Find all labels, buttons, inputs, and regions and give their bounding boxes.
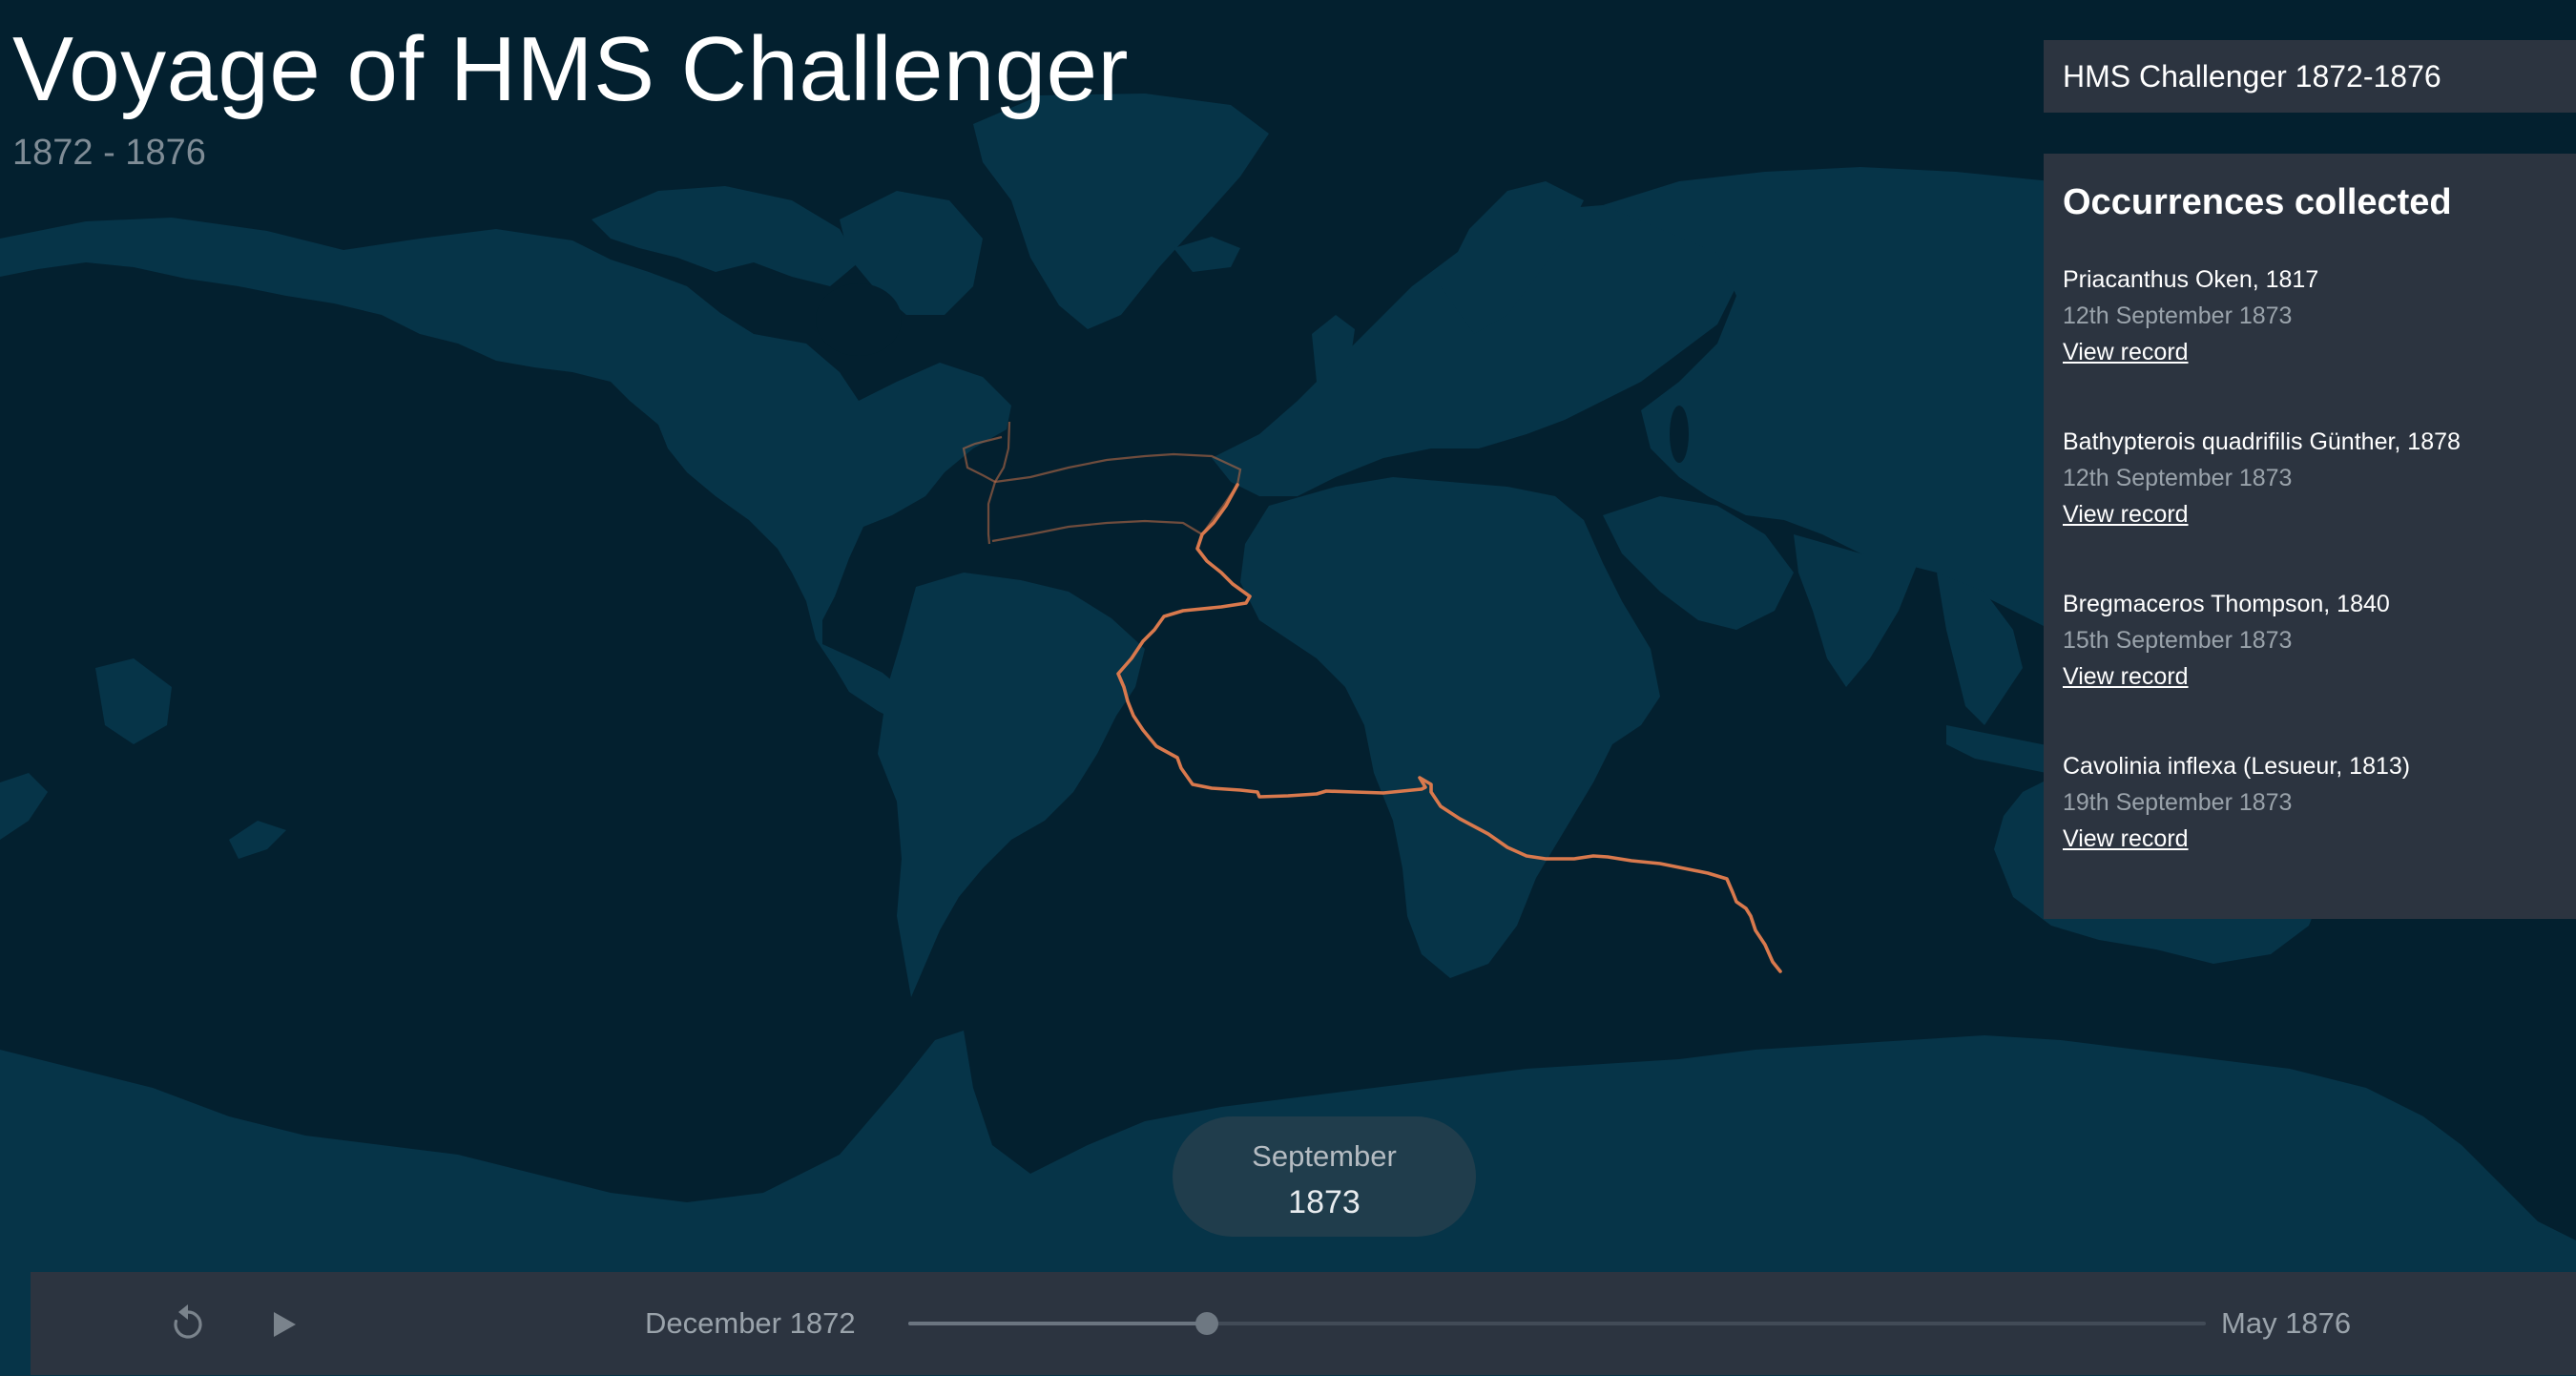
occurrence-date: 12th September 1873 bbox=[2063, 465, 2293, 491]
view-record-link[interactable]: View record bbox=[2063, 496, 2189, 532]
page-title: Voyage of HMS Challenger bbox=[12, 18, 1129, 120]
view-record-link[interactable]: View record bbox=[2063, 334, 2189, 370]
new-zealand-south bbox=[229, 821, 286, 859]
greenland bbox=[973, 94, 1269, 329]
timeline-handle[interactable] bbox=[1195, 1312, 1218, 1335]
current-date-badge: September 1873 bbox=[1173, 1116, 1476, 1237]
occurrence-date: 12th September 1873 bbox=[2063, 302, 2293, 329]
great-lakes bbox=[980, 462, 1014, 477]
occurrence-item: Cavolinia inflexa (Lesueur, 1813) 19th S… bbox=[2063, 748, 2557, 857]
page-subtitle: 1872 - 1876 bbox=[12, 133, 206, 173]
occurrences-heading: Occurrences collected bbox=[2063, 182, 2452, 222]
hudson-bay bbox=[816, 283, 902, 356]
occurrence-name: Bregmaceros Thompson, 1840 bbox=[2063, 591, 2390, 617]
iceland bbox=[1174, 237, 1240, 272]
replay-button[interactable] bbox=[164, 1301, 212, 1348]
track-past-segment bbox=[991, 452, 1242, 543]
occurrence-name: Priacanthus Oken, 1817 bbox=[2063, 266, 2319, 293]
voyage-selector[interactable]: HMS Challenger 1872-1876 bbox=[2044, 40, 2576, 113]
view-record-link[interactable]: View record bbox=[2063, 658, 2189, 695]
timeline-end-label: May 1876 bbox=[2221, 1306, 2352, 1340]
replay-icon bbox=[174, 1304, 202, 1339]
timeline-slider[interactable] bbox=[908, 1312, 2206, 1335]
caspian-sea bbox=[1670, 406, 1689, 463]
occurrence-item: Bathypterois quadrifilis Günther, 1878 1… bbox=[2063, 424, 2557, 532]
occurrence-name: Bathypterois quadrifilis Günther, 1878 bbox=[2063, 428, 2461, 455]
new-zealand bbox=[0, 773, 48, 840]
view-record-link[interactable]: View record bbox=[2063, 821, 2189, 857]
timeline-progress bbox=[908, 1322, 1207, 1325]
occurrence-item: Priacanthus Oken, 1817 12th September 18… bbox=[2063, 261, 2557, 370]
timeline-bar: December 1872 May 1876 bbox=[31, 1272, 2576, 1375]
current-month: September bbox=[1252, 1139, 1397, 1173]
play-icon bbox=[274, 1312, 296, 1337]
occurrence-name: Cavolinia inflexa (Lesueur, 1813) bbox=[2063, 753, 2411, 780]
current-year: 1873 bbox=[1288, 1184, 1361, 1220]
occurrence-item: Bregmaceros Thompson, 1840 15th Septembe… bbox=[2063, 586, 2557, 695]
occurrence-date: 15th September 1873 bbox=[2063, 627, 2293, 654]
map-view[interactable]: Voyage of HMS Challenger 1872 - 1876 HMS… bbox=[0, 0, 2576, 1376]
occurrence-date: 19th September 1873 bbox=[2063, 789, 2293, 816]
occurrences-panel: Occurrences collected Priacanthus Oken, … bbox=[2044, 154, 2576, 919]
south-america bbox=[878, 573, 1145, 997]
play-button[interactable] bbox=[260, 1301, 307, 1348]
pacific-islands bbox=[95, 658, 172, 744]
timeline-start-label: December 1872 bbox=[645, 1306, 856, 1340]
